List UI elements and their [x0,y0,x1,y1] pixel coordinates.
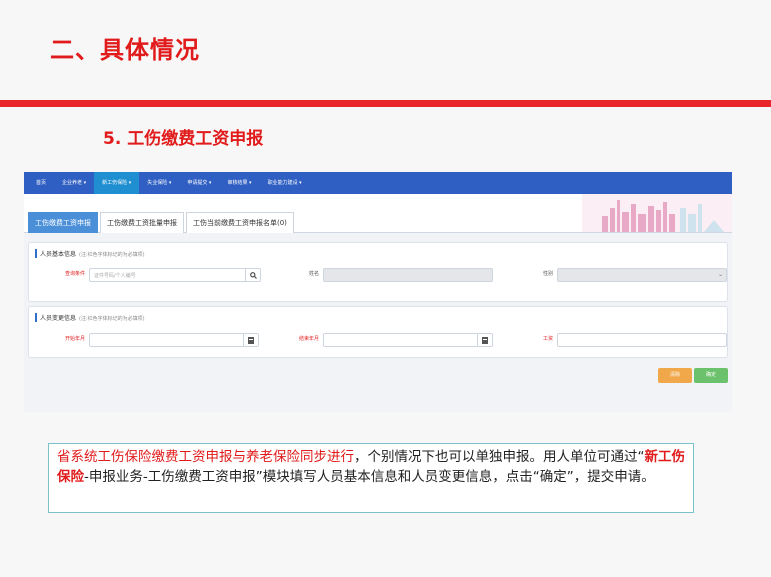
chevron-down-icon: ⌄ [717,271,723,278]
gender-select[interactable]: ⌄ [557,268,727,282]
basic-info-heading: 人员基本信息 (注:红色字体标记的为必填项) [35,249,145,258]
calendar-icon[interactable] [243,334,258,346]
name-field [323,268,493,282]
query-placeholder: 证件号码/个人编号 [94,273,136,279]
basic-info-title: 人员基本信息 [40,251,77,258]
tab-batch-declare[interactable]: 工伤缴费工资批量申报 [100,212,184,233]
start-month-label: 开始年月 [64,336,85,342]
nav-item-review[interactable]: 审核结果 ▾ [219,172,259,194]
confirm-button[interactable]: 确定 [694,368,728,383]
note-text-1: ，个别情况下也可以单独申报。用人单位可通过“ [354,449,645,465]
start-month-input[interactable] [89,333,259,347]
slide-subtitle: 5. 工伤缴费工资申报 [103,129,264,149]
city-skyline-banner [582,194,732,232]
calendar-icon[interactable] [477,334,492,346]
nav-item-vocational[interactable]: 职业能力建设 ▾ [260,172,310,194]
note-text-2: -申报业务-工伤缴费工资申报”模块填写人员基本信息和人员变更信息，点击“确定”，… [84,469,655,485]
query-input[interactable]: 证件号码/个人编号 [89,268,261,282]
nav-item-home[interactable]: 首页 [28,172,54,194]
tab-declare-list[interactable]: 工伤当前缴费工资申报名单(0) [186,212,294,233]
gender-label: 性别 [542,271,553,277]
top-nav: 首页 企业养老 ▾ 新工伤保险 ▾ 失业保险 ▾ 申请提交 ▾ 审核结果 ▾ 职… [24,172,732,194]
basic-info-hint: (注:红色字体标记的为必填项) [79,252,145,258]
end-month-label: 结束年月 [298,336,319,342]
wage-label: 工资 [542,336,553,342]
change-info-heading: 人员变更信息 (注:红色字体标记的为必填项) [35,313,145,322]
change-info-hint: (注:红色字体标记的为必填项) [79,316,145,322]
nav-item-submit[interactable]: 申请提交 ▾ [179,172,219,194]
change-info-panel: 人员变更信息 (注:红色字体标记的为必填项) 开始年月 结束年月 工资 [28,306,728,358]
clear-button[interactable]: 清除 [658,368,692,383]
nav-item-unemployment[interactable]: 失业保险 ▾ [139,172,179,194]
app-screenshot: 首页 企业养老 ▾ 新工伤保险 ▾ 失业保险 ▾ 申请提交 ▾ 审核结果 ▾ 职… [24,172,732,412]
end-month-input[interactable] [323,333,493,347]
change-info-title: 人员变更信息 [40,315,77,322]
description-box: 省系统工伤保险缴费工资申报与养老保险同步进行，个别情况下也可以单独申报。用人单位… [48,443,694,513]
tab-wage-declare[interactable]: 工伤缴费工资申报 [28,212,98,233]
title-divider [0,100,771,107]
nav-item-pension[interactable]: 企业养老 ▾ [54,172,94,194]
wage-input[interactable] [557,333,727,347]
slide-title: 二、具体情况 [50,36,200,64]
name-label: 姓名 [308,271,319,277]
tab-banner: 工伤缴费工资申报 工伤缴费工资批量申报 工伤当前缴费工资申报名单(0) [24,194,732,233]
query-label: 查询条件 [64,271,85,277]
basic-info-panel: 人员基本信息 (注:红色字体标记的为必填项) 查询条件 证件号码/个人编号 姓名 … [28,242,728,302]
note-highlight: 省系统工伤保险缴费工资申报与养老保险同步进行 [57,449,354,465]
tab-bar: 工伤缴费工资申报 工伤缴费工资批量申报 工伤当前缴费工资申报名单(0) [28,212,296,233]
nav-item-injury-insurance[interactable]: 新工伤保险 ▾ [94,172,140,194]
search-icon[interactable] [245,269,260,281]
